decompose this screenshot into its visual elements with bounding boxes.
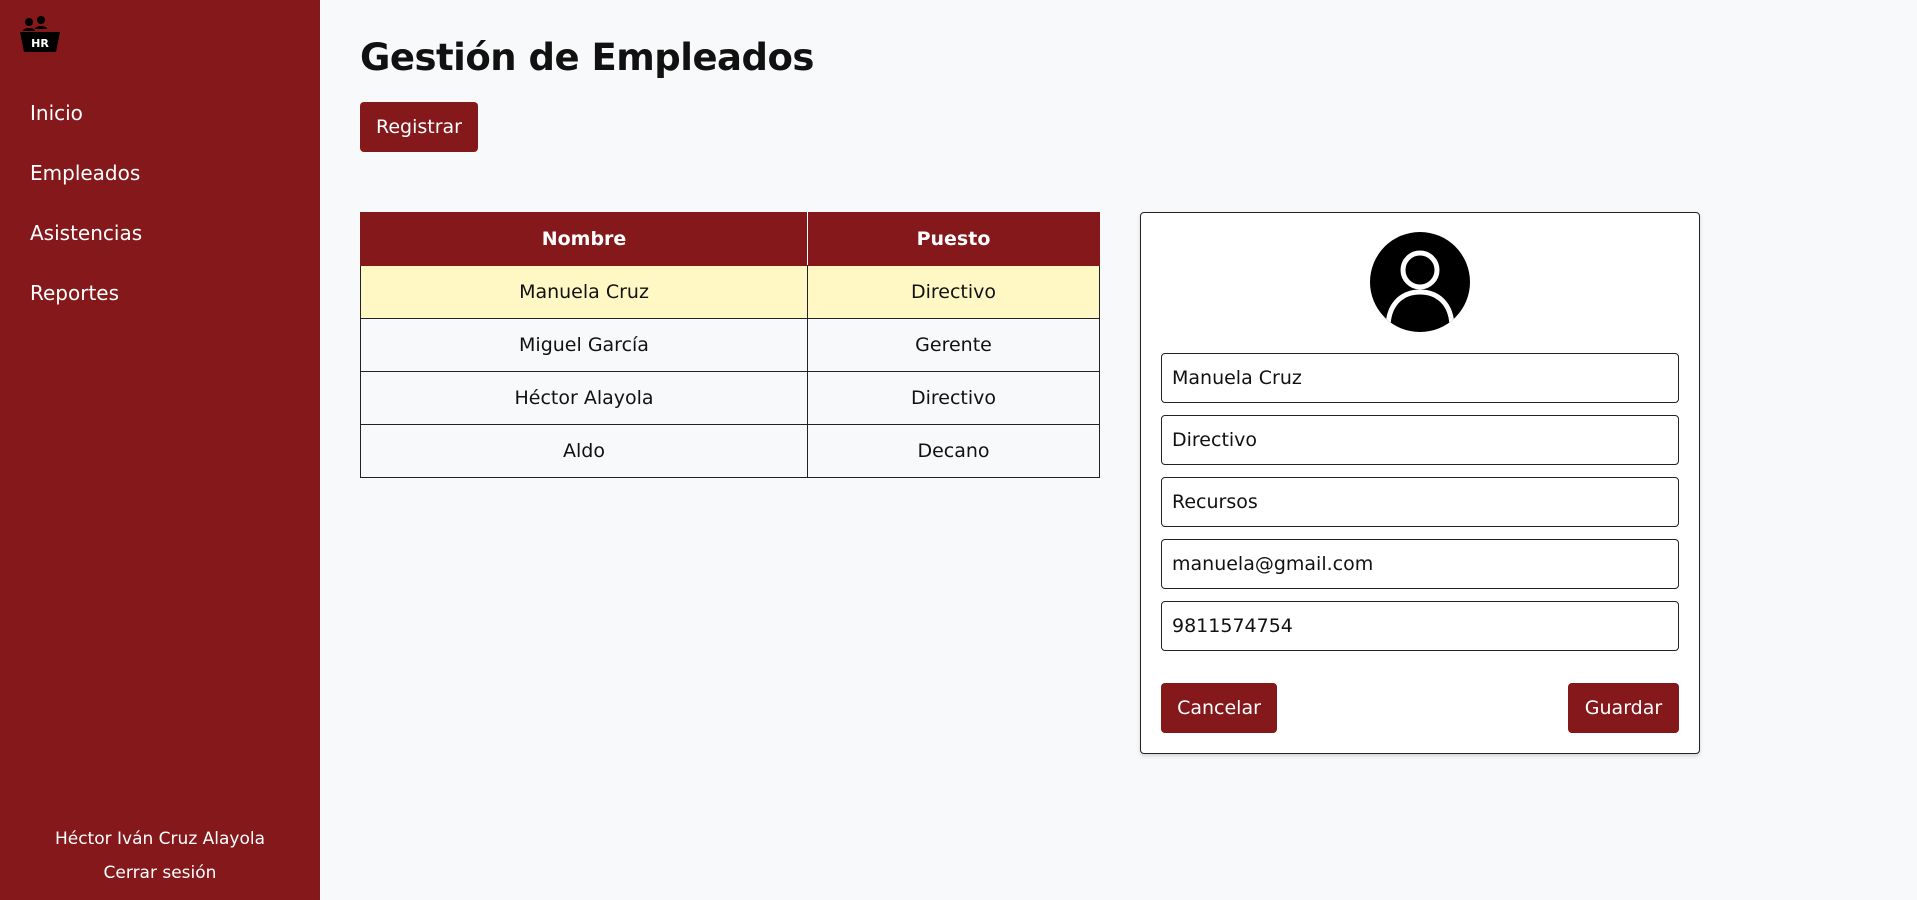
- cell-puesto: Directivo: [807, 265, 1100, 319]
- cell-nombre: Manuela Cruz: [360, 265, 808, 319]
- hr-logo[interactable]: HR: [18, 16, 62, 54]
- sidebar: HR Inicio Empleados Asistencias Reportes…: [0, 0, 320, 900]
- save-button[interactable]: Guardar: [1568, 683, 1679, 733]
- cell-nombre: Aldo: [360, 424, 808, 478]
- cell-puesto: Decano: [807, 424, 1100, 478]
- cell-nombre: Miguel García: [360, 318, 808, 372]
- svg-text:HR: HR: [31, 37, 49, 50]
- sidebar-item-asistencias[interactable]: Asistencias: [0, 215, 320, 275]
- position-field[interactable]: [1161, 415, 1679, 465]
- table-row[interactable]: Miguel García Gerente: [360, 318, 1100, 372]
- column-header-puesto[interactable]: Puesto: [807, 212, 1100, 266]
- sidebar-nav: Inicio Empleados Asistencias Reportes: [0, 95, 320, 335]
- sidebar-item-inicio[interactable]: Inicio: [0, 95, 320, 155]
- table-row[interactable]: Héctor Alayola Directivo: [360, 371, 1100, 425]
- cancel-button[interactable]: Cancelar: [1161, 683, 1277, 733]
- table-header-row: Nombre Puesto: [360, 212, 1100, 266]
- cell-puesto: Gerente: [807, 318, 1100, 372]
- cell-nombre: Héctor Alayola: [360, 371, 808, 425]
- sidebar-footer: Héctor Iván Cruz Alayola Cerrar sesión: [0, 822, 320, 890]
- user-name: Héctor Iván Cruz Alayola: [54, 829, 266, 849]
- sidebar-item-reportes[interactable]: Reportes: [0, 275, 320, 335]
- email-field[interactable]: [1161, 539, 1679, 589]
- phone-field[interactable]: [1161, 601, 1679, 651]
- column-header-nombre[interactable]: Nombre: [360, 212, 808, 266]
- logout-link[interactable]: Cerrar sesión: [0, 856, 320, 890]
- employees-table: Nombre Puesto Manuela Cruz Directivo Mig…: [360, 212, 1100, 478]
- name-field[interactable]: [1161, 353, 1679, 403]
- table-row[interactable]: Manuela Cruz Directivo: [360, 265, 1100, 319]
- table-row[interactable]: Aldo Decano: [360, 424, 1100, 478]
- hr-logo-icon: HR: [20, 16, 60, 52]
- main-content: Gestión de Empleados Registrar Nombre Pu…: [320, 0, 1917, 900]
- register-button[interactable]: Registrar: [360, 102, 478, 152]
- cell-puesto: Directivo: [807, 371, 1100, 425]
- user-circle-icon: [1370, 232, 1470, 332]
- avatar: [1370, 232, 1470, 332]
- employee-detail-card: Cancelar Guardar: [1140, 212, 1700, 754]
- department-field[interactable]: [1161, 477, 1679, 527]
- page-title: Gestión de Empleados: [360, 36, 814, 79]
- sidebar-item-empleados[interactable]: Empleados: [0, 155, 320, 215]
